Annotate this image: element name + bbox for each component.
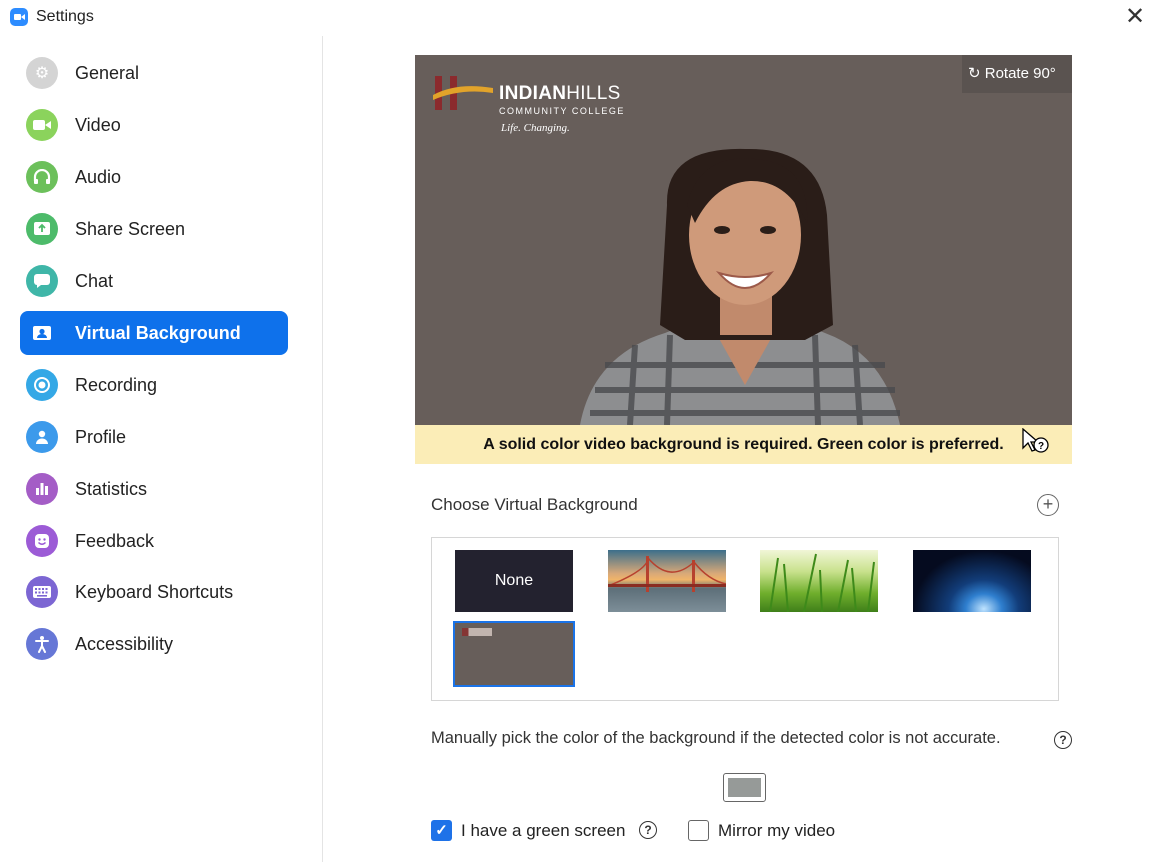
sidebar-item-share-screen[interactable]: Share Screen — [20, 207, 288, 251]
mini-logo — [462, 628, 492, 636]
background-thumb-grass[interactable] — [760, 550, 878, 613]
sidebar-item-keyboard-shortcuts[interactable]: Keyboard Shortcuts — [20, 570, 288, 614]
sidebar-item-audio[interactable]: Audio — [20, 155, 288, 199]
video-camera-icon — [26, 109, 58, 141]
help-icon[interactable]: ? — [1054, 731, 1072, 749]
rotate-label: Rotate 90° — [984, 65, 1056, 82]
close-icon[interactable]: ✕ — [1122, 4, 1148, 30]
person-icon — [26, 421, 58, 453]
record-icon — [26, 369, 58, 401]
sidebar-item-statistics[interactable]: Statistics — [20, 467, 288, 511]
section-title: Choose Virtual Background — [431, 495, 638, 514]
sidebar-item-accessibility[interactable]: Accessibility — [20, 622, 288, 666]
keyboard-icon — [26, 576, 58, 608]
background-thumb-none[interactable]: None — [455, 550, 573, 612]
help-icon[interactable]: ? — [639, 821, 657, 839]
sidebar-item-general[interactable]: ⚙ General — [20, 51, 288, 95]
sidebar-item-label: Recording — [75, 375, 158, 395]
sidebar-item-label: Chat — [75, 271, 114, 291]
sidebar-item-label: Share Screen — [75, 219, 186, 239]
sidebar-item-profile[interactable]: Profile — [20, 415, 288, 459]
mouse-cursor-icon: ? — [1022, 428, 1049, 453]
sidebar-item-video[interactable]: Video — [20, 103, 288, 147]
background-color-swatch[interactable] — [723, 773, 766, 802]
sidebar-item-label: Statistics — [75, 479, 148, 499]
share-screen-icon — [26, 213, 58, 245]
title-bar: Settings ✕ — [0, 0, 1156, 36]
window-title: Settings — [36, 8, 94, 25]
zoom-app-icon — [10, 8, 28, 26]
background-notice: A solid color video background is requir… — [415, 425, 1072, 464]
background-thumb-custom-selected[interactable] — [453, 621, 575, 687]
background-thumb-earth[interactable] — [913, 550, 1031, 612]
svg-text:?: ? — [1038, 441, 1044, 452]
green-screen-checkbox[interactable]: ✓ — [431, 820, 452, 841]
sidebar-item-virtual-background[interactable]: Virtual Background — [20, 311, 288, 355]
gear-icon: ⚙ — [26, 57, 58, 89]
headphones-icon — [26, 161, 58, 193]
color-pick-hint: Manually pick the color of the backgroun… — [431, 729, 1001, 747]
sidebar-item-label: General — [75, 63, 140, 83]
sidebar-item-label: Virtual Background — [75, 323, 241, 343]
bar-chart-icon — [26, 473, 58, 505]
sidebar-item-label: Accessibility — [75, 634, 174, 654]
rotate-icon: ↻ — [968, 65, 981, 82]
sidebar-item-label: Profile — [75, 427, 127, 447]
rotate-button[interactable]: ↻ Rotate 90° — [962, 55, 1072, 93]
sidebar-item-label: Audio — [75, 167, 122, 187]
background-thumb-golden-gate[interactable] — [607, 550, 727, 612]
mirror-video-label: Mirror my video — [718, 821, 836, 840]
person-silhouette — [580, 148, 900, 425]
person-card-icon — [26, 317, 58, 349]
sidebar-item-chat[interactable]: Chat — [20, 259, 288, 303]
accessibility-icon — [26, 628, 58, 660]
background-gallery: None — [431, 537, 1059, 701]
sidebar-item-label: Video — [75, 115, 121, 135]
video-preview: INDIANHILLS COMMUNITY COLLEGE Life. Chan… — [415, 55, 1072, 425]
plus-circle-icon[interactable]: + — [1037, 494, 1059, 516]
mirror-video-checkbox[interactable] — [688, 820, 709, 841]
sidebar-item-label: Keyboard Shortcuts — [75, 582, 234, 602]
chat-bubble-icon — [26, 265, 58, 297]
smile-icon — [26, 525, 58, 557]
green-screen-label: I have a green screen — [461, 821, 626, 840]
sidebar-item-recording[interactable]: Recording — [20, 363, 288, 407]
sidebar: ⚙ General Video Audio Share Screen Chat … — [0, 36, 323, 862]
sidebar-item-label: Feedback — [75, 531, 155, 551]
sidebar-item-feedback[interactable]: Feedback — [20, 519, 288, 563]
